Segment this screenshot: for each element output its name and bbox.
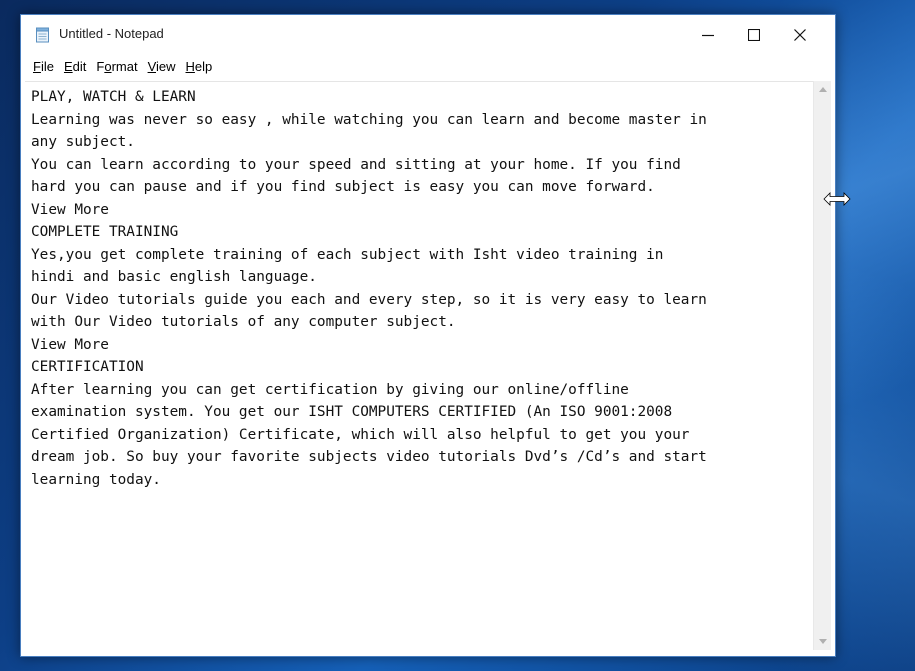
notepad-window: Untitled - Notepad File Edit Format View… [20, 14, 836, 657]
editor-line: Certified Organization) Certificate, whi… [31, 426, 690, 443]
editor-line: hindi and basic english language. [31, 269, 317, 285]
editor-line: You can learn according to your speed an… [31, 156, 681, 173]
vertical-scrollbar[interactable] [813, 81, 831, 650]
minimize-icon [702, 34, 714, 37]
menu-view[interactable]: View [144, 57, 180, 76]
menu-help[interactable]: Help [182, 57, 217, 76]
text-editor-area[interactable]: PLAY, WATCH & LEARN Learning was never so… [25, 81, 814, 650]
editor-line: Learning was never so easy , while watch… [31, 111, 707, 128]
editor-line: dream job. So buy your favorite subjects… [31, 449, 707, 465]
menu-edit[interactable]: Edit [60, 57, 90, 76]
notepad-icon [36, 27, 49, 43]
maximize-icon [748, 29, 760, 41]
editor-line: COMPLETE TRAINING [31, 224, 179, 240]
menu-file[interactable]: File [29, 57, 58, 76]
editor-line: After learning you can get certification… [31, 381, 629, 398]
editor-text[interactable]: PLAY, WATCH & LEARN Learning was never so… [25, 82, 814, 495]
editor-line: Yes,you get complete training of each su… [31, 246, 664, 263]
editor-line: any subject. [31, 134, 135, 150]
title-bar[interactable]: Untitled - Notepad [21, 15, 835, 55]
window-title: Untitled - Notepad [59, 26, 164, 41]
menu-format[interactable]: Format [92, 57, 141, 76]
scroll-down-arrow-icon[interactable] [814, 633, 831, 650]
close-button[interactable] [777, 15, 823, 55]
minimize-button[interactable] [685, 15, 731, 55]
maximize-button[interactable] [731, 15, 777, 55]
menu-bar: File Edit Format View Help [21, 55, 835, 77]
editor-line: PLAY, WATCH & LEARN [31, 89, 196, 105]
resize-horizontal-cursor-icon [823, 192, 851, 206]
scroll-up-arrow-icon[interactable] [814, 81, 831, 98]
editor-line: hard you can pause and if you find subje… [31, 179, 655, 195]
editor-line: View More [31, 336, 109, 353]
editor-line: learning today. [31, 471, 161, 488]
editor-line: CERTIFICATION [31, 359, 144, 375]
editor-line: View More [31, 201, 109, 218]
close-icon [794, 29, 806, 41]
editor-line: Our Video tutorials guide you each and e… [31, 291, 707, 308]
editor-line: examination system. You get our ISHT COM… [31, 404, 673, 420]
editor-line: with Our Video tutorials of any computer… [31, 314, 456, 330]
